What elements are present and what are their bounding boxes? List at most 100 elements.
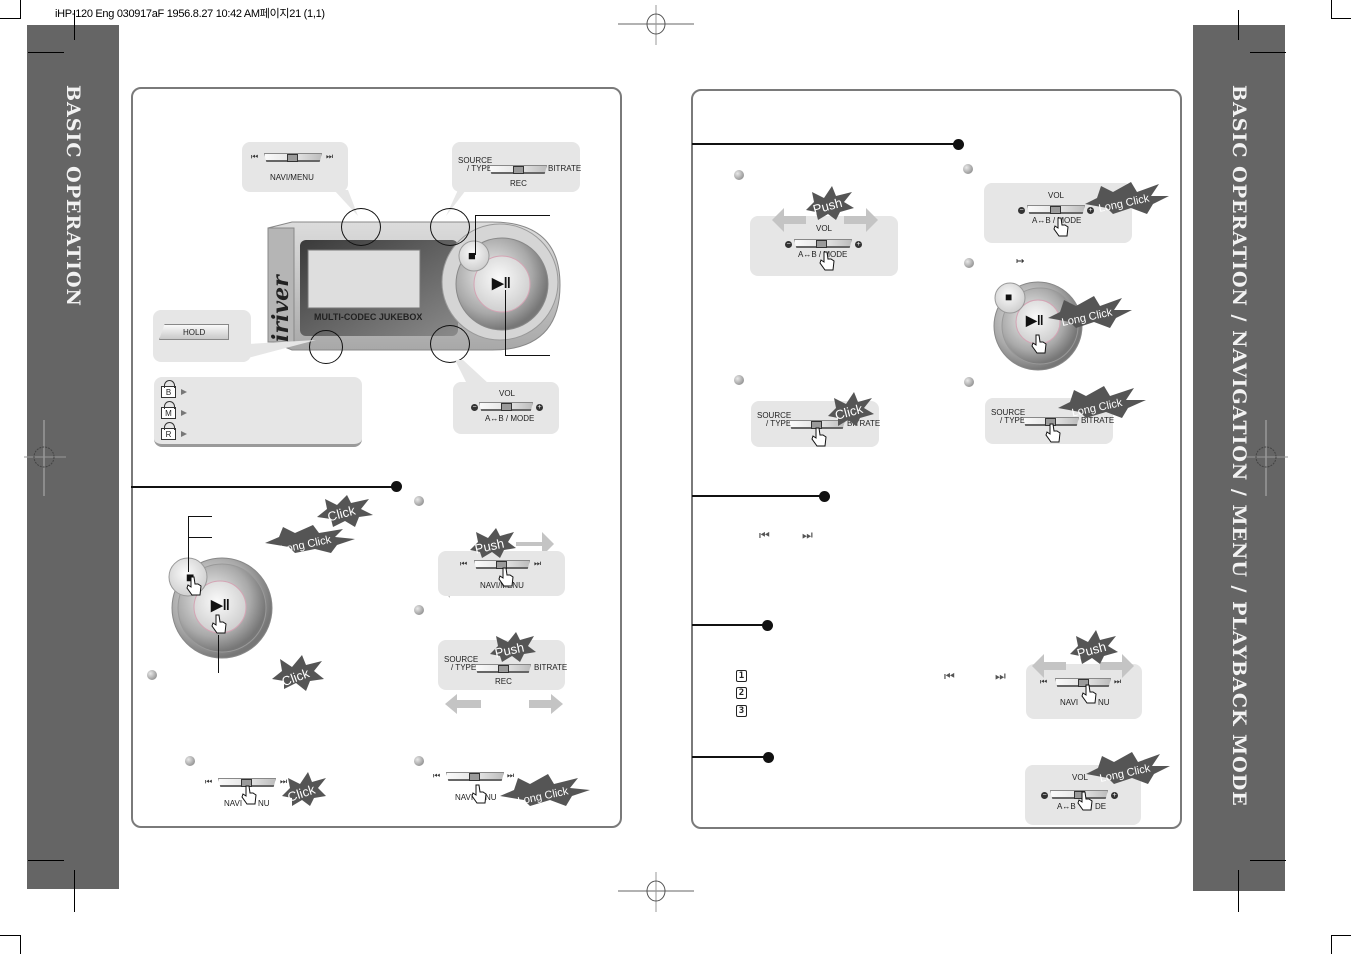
step-number-3: 3 bbox=[736, 705, 747, 717]
hold-mode-lock-icon: M bbox=[161, 401, 176, 419]
next-track-icon: ⏭ bbox=[802, 528, 813, 542]
hand-pointer-icon bbox=[1077, 791, 1093, 811]
section-divider-dot bbox=[763, 752, 774, 763]
prev-track-icon: ⏮ bbox=[944, 669, 955, 683]
hand-pointer-icon bbox=[471, 784, 487, 804]
next-track-icon: ⏭ bbox=[326, 152, 334, 161]
hand-pointer-icon bbox=[819, 251, 835, 271]
leader-line bbox=[505, 290, 506, 355]
rec-label: REC bbox=[510, 179, 527, 188]
hand-pointer-icon bbox=[1081, 684, 1097, 704]
arrow-icon bbox=[181, 389, 187, 395]
prev-track-icon: ⏮ bbox=[433, 771, 441, 780]
prev-track-icon: ⏮ bbox=[205, 777, 213, 786]
vol-label: VOL bbox=[1048, 191, 1065, 200]
vol-button-highlight bbox=[430, 325, 470, 363]
stop-button-icon: ■ bbox=[1005, 290, 1013, 304]
push-burst: Push bbox=[470, 528, 516, 558]
hand-pointer-icon bbox=[1031, 334, 1047, 354]
callout-pointer bbox=[248, 340, 316, 358]
hold-label: HOLD bbox=[183, 328, 206, 337]
section-divider bbox=[692, 624, 765, 626]
crop-mark bbox=[1331, 0, 1332, 19]
vol-slider-knob bbox=[501, 403, 512, 411]
vol-slider-knob bbox=[1050, 206, 1061, 214]
navi-button-highlight bbox=[341, 208, 381, 246]
step-number-1: 1 bbox=[736, 670, 747, 682]
trim-line bbox=[1238, 870, 1239, 912]
leader-line bbox=[188, 516, 212, 517]
trim-line bbox=[1250, 860, 1286, 861]
long-click-burst: Long Click bbox=[500, 774, 590, 808]
trim-line bbox=[1250, 52, 1286, 53]
leader-line bbox=[218, 635, 219, 673]
section-divider bbox=[692, 495, 822, 497]
section-divider bbox=[692, 143, 957, 145]
click-burst: Click bbox=[282, 772, 326, 806]
next-track-icon: ⏭ bbox=[534, 559, 542, 568]
plus-icon: + bbox=[855, 241, 862, 248]
navi-label: NAVI bbox=[1060, 698, 1079, 707]
bullet bbox=[963, 164, 973, 174]
arrow-icon bbox=[181, 431, 187, 437]
plus-icon: + bbox=[536, 404, 543, 411]
rec-callout: SOURCE / TYPE BITRATE REC bbox=[452, 142, 581, 192]
hand-pointer-icon bbox=[211, 614, 227, 634]
type-label: / TYPE bbox=[766, 419, 792, 428]
leader-line bbox=[188, 537, 212, 538]
section-divider-dot bbox=[762, 620, 773, 631]
hand-pointer-icon bbox=[241, 785, 257, 805]
registration-mark-right bbox=[1246, 420, 1288, 496]
leader-line bbox=[475, 215, 476, 255]
bullet bbox=[734, 170, 744, 180]
long-click-burst: Long Click bbox=[1058, 386, 1146, 418]
section-divider bbox=[131, 486, 397, 488]
trim-line bbox=[74, 10, 75, 40]
mp3-player-device bbox=[267, 221, 561, 351]
trim-line bbox=[1238, 10, 1239, 40]
minus-icon: − bbox=[1041, 792, 1048, 799]
ab-repeat-symbol: ↦ bbox=[1016, 256, 1025, 267]
navi-menu-label: NAVI/MENU bbox=[270, 173, 314, 182]
hand-pointer-icon bbox=[498, 567, 514, 587]
hand-pointer-icon bbox=[186, 576, 202, 596]
vol-label: VOL bbox=[499, 389, 516, 398]
hand-pointer-icon bbox=[811, 427, 827, 447]
crop-mark bbox=[0, 18, 20, 19]
push-burst: Push bbox=[1070, 630, 1118, 664]
rec-slider-knob bbox=[513, 166, 524, 174]
hand-pointer-icon bbox=[1045, 423, 1061, 443]
push-burst: Push bbox=[490, 632, 536, 662]
step-number-2: 2 bbox=[736, 687, 747, 699]
section-divider-dot bbox=[953, 139, 964, 150]
click-burst: Click bbox=[828, 392, 874, 426]
crop-mark bbox=[0, 935, 20, 936]
crop-mark bbox=[1331, 935, 1351, 936]
side-tab-left-title: BASIC OPERATION bbox=[62, 85, 84, 307]
bullet bbox=[414, 496, 424, 506]
minus-icon: − bbox=[785, 241, 792, 248]
registration-mark-left bbox=[24, 420, 66, 496]
hand-pointer-icon bbox=[1053, 217, 1069, 237]
navi-menu-callout: ⏮ ⏭ NAVI/MENU bbox=[242, 142, 348, 192]
mode-label: DE bbox=[1095, 802, 1107, 811]
bullet bbox=[414, 605, 424, 615]
bitrate-label: BITRATE bbox=[534, 663, 568, 672]
bullet bbox=[414, 756, 424, 766]
vol-slider-knob bbox=[816, 240, 827, 248]
bullet bbox=[734, 375, 744, 385]
trim-line bbox=[28, 52, 64, 53]
prev-track-icon: ⏮ bbox=[759, 528, 770, 542]
leader-line bbox=[188, 516, 189, 572]
hold-callout: HOLD bbox=[153, 310, 251, 362]
type-label: / TYPE bbox=[467, 164, 493, 173]
rec-label: REC bbox=[495, 677, 512, 686]
navi-label: NU bbox=[1098, 698, 1110, 707]
navi-slider-knob bbox=[469, 773, 480, 781]
registration-mark-bottom bbox=[618, 872, 694, 912]
vol-callout: VOL − + A↔B / MODE bbox=[453, 382, 559, 434]
prev-track-icon: ⏮ bbox=[251, 152, 259, 161]
push-burst: Push bbox=[806, 186, 854, 220]
leader-line bbox=[475, 215, 550, 216]
long-click-burst: Long Click bbox=[265, 525, 355, 555]
